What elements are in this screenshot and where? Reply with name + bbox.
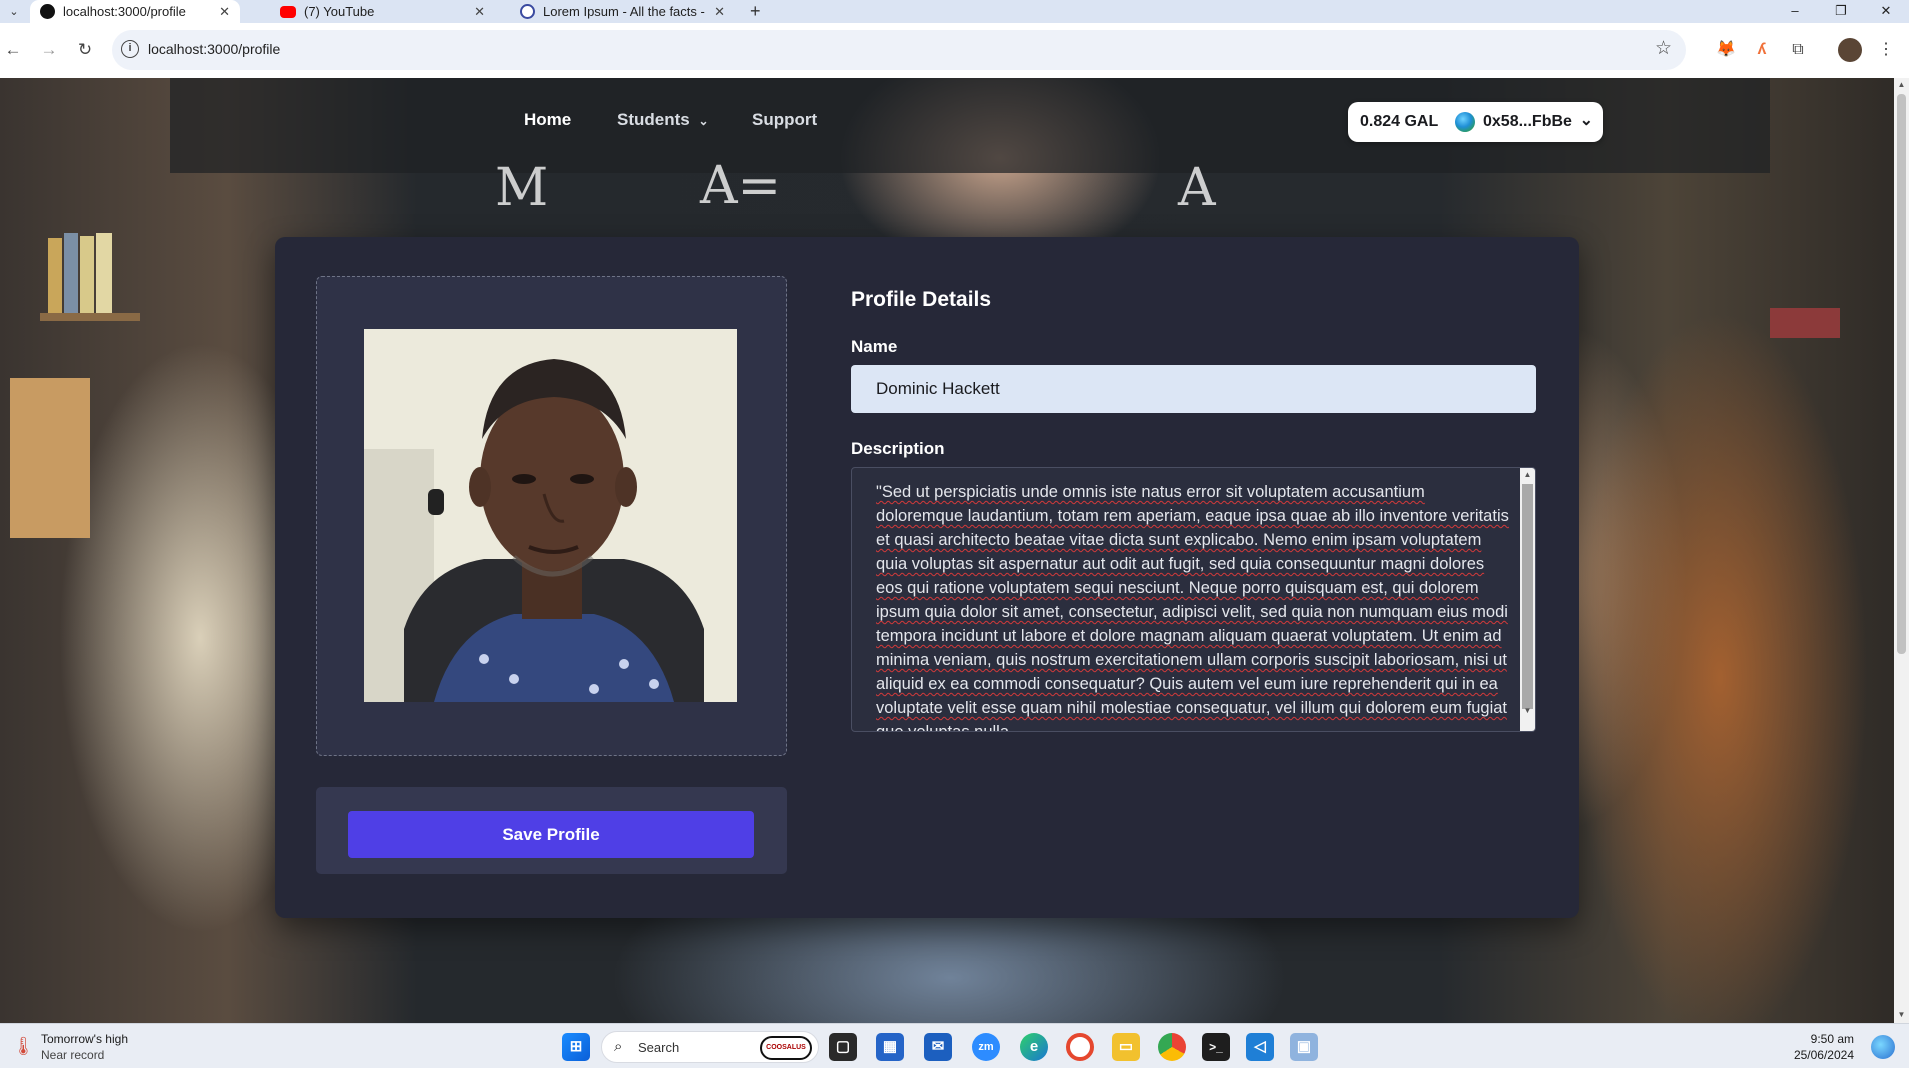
nav-students-link[interactable]: Students ⌄ [617, 110, 709, 130]
lipsum-icon [520, 4, 535, 19]
tab-localhost-profile[interactable]: localhost:3000/profile ✕ [30, 0, 240, 23]
mail-icon[interactable]: ✉ [924, 1033, 952, 1061]
file-explorer-icon[interactable]: ▭ [1112, 1033, 1140, 1061]
close-tab-icon[interactable]: ✕ [714, 4, 725, 20]
top-navigation: Home Students ⌄ Support 0.824 GAL 0x58..… [0, 78, 1894, 168]
edge-icon[interactable]: e [1020, 1033, 1048, 1061]
search-icon: ⌕ [614, 1038, 623, 1055]
site-info-icon[interactable]: i [121, 40, 139, 58]
description-textarea[interactable]: "Sed ut perspiciatis unde omnis iste nat… [851, 467, 1536, 732]
tab-lorem-ipsum[interactable]: Lorem Ipsum - All the facts - Lip ✕ [510, 0, 735, 23]
browser-toolbar: ← → ↻ i localhost:3000/profile ☆ 🦊 ʎ ⧉ ⋮ [0, 23, 1909, 78]
search-highlight-badge: COOSALUS [760, 1036, 812, 1060]
profile-avatar-icon[interactable] [1838, 38, 1862, 62]
metamask-extension-icon[interactable]: 🦊 [1714, 38, 1738, 62]
forward-icon[interactable]: → [36, 37, 62, 63]
nav-support-link[interactable]: Support [752, 110, 817, 130]
bookmark-star-icon[interactable]: ☆ [1655, 37, 1672, 60]
tab-search-icon[interactable]: ⌄ [6, 4, 22, 20]
new-tab-button[interactable]: + [750, 0, 761, 23]
copilot-icon[interactable] [1871, 1035, 1895, 1059]
localhost-favicon-icon [40, 4, 55, 19]
network-globe-icon [1455, 112, 1475, 132]
profile-card: Save Profile Profile Details Name Domini… [275, 237, 1579, 918]
back-icon[interactable]: ← [0, 37, 26, 63]
restore-button[interactable]: ❐ [1818, 0, 1864, 23]
url-text[interactable]: localhost:3000/profile [148, 41, 280, 57]
remote-desktop-icon[interactable]: ▣ [1290, 1033, 1318, 1061]
browser-menu-icon[interactable]: ⋮ [1874, 38, 1898, 62]
address-bar[interactable]: i localhost:3000/profile ☆ [112, 30, 1686, 70]
profile-photo-image [364, 329, 737, 702]
taskbar-date[interactable]: 25/06/2024 [1794, 1048, 1854, 1062]
scroll-up-icon[interactable]: ▲ [1894, 80, 1909, 89]
book [48, 238, 62, 313]
vscode-icon[interactable]: ◁ [1246, 1033, 1274, 1061]
minimize-button[interactable]: – [1772, 0, 1818, 23]
description-label: Description [851, 439, 945, 458]
page-scrollbar[interactable]: ▲ ▼ [1894, 78, 1909, 1023]
terminal-icon[interactable]: >_ [1202, 1033, 1230, 1061]
chrome-alt-icon[interactable] [1066, 1033, 1094, 1061]
save-panel: Save Profile [316, 787, 787, 874]
scroll-down-icon[interactable]: ▼ [1894, 1010, 1909, 1019]
nav-home-link[interactable]: Home [524, 110, 571, 130]
binder [10, 378, 90, 538]
book [64, 233, 78, 313]
name-input[interactable]: Dominic Hackett [851, 365, 1536, 413]
close-tab-icon[interactable]: ✕ [474, 4, 485, 20]
wallet-button[interactable]: 0.824 GAL 0x58...FbBe ⌄ [1348, 102, 1603, 142]
close-window-button[interactable]: ✕ [1863, 0, 1909, 23]
book [80, 236, 94, 313]
extension-icon[interactable]: ʎ [1750, 38, 1774, 62]
thermometer-icon[interactable]: 🌡 [12, 1036, 35, 1058]
weather-title[interactable]: Tomorrow's high [41, 1032, 128, 1046]
description-scrollbar[interactable]: ▲ ▼ [1520, 468, 1535, 731]
taskbar-search[interactable]: ⌕ Search COOSALUS [601, 1031, 819, 1063]
book [1770, 308, 1840, 338]
chevron-down-icon: ⌄ [698, 114, 709, 128]
book [96, 233, 112, 313]
windows-start-icon[interactable]: ⊞ [562, 1033, 590, 1061]
description-scroll-thumb[interactable] [1522, 484, 1533, 709]
extensions-puzzle-icon[interactable]: ⧉ [1786, 38, 1810, 62]
browser-tab-bar: ⌄ localhost:3000/profile ✕ (7) YouTube ✕… [0, 0, 1909, 23]
name-label: Name [851, 337, 898, 356]
windows-taskbar: 🌡 Tomorrow's high Near record ⊞ ⌕ Search… [0, 1023, 1909, 1068]
close-tab-icon[interactable]: ✕ [219, 4, 230, 20]
page-scroll-thumb[interactable] [1897, 94, 1906, 654]
microsoft-store-icon[interactable]: ▦ [876, 1033, 904, 1061]
nav-students-label: Students [617, 110, 690, 129]
scroll-down-icon[interactable]: ▼ [1520, 706, 1535, 715]
chevron-down-icon: ⌄ [1579, 112, 1593, 129]
scroll-up-icon[interactable]: ▲ [1520, 470, 1535, 479]
tab-youtube[interactable]: (7) YouTube ✕ [270, 0, 495, 23]
youtube-icon [280, 5, 296, 18]
weather-subtitle[interactable]: Near record [41, 1048, 104, 1062]
search-placeholder: Search [638, 1040, 680, 1055]
profile-details-heading: Profile Details [851, 288, 992, 311]
save-profile-button[interactable]: Save Profile [348, 811, 754, 858]
page-background: M A= A Home Students ⌄ Support 0.824 GAL… [0, 78, 1894, 1023]
taskbar-time[interactable]: 9:50 am [1811, 1032, 1854, 1046]
task-view-icon[interactable]: ▢ [829, 1033, 857, 1061]
wallet-balance: 0.824 GAL [1360, 113, 1439, 130]
reload-icon[interactable]: ↻ [72, 37, 98, 63]
description-text[interactable]: "Sed ut perspiciatis unde omnis iste nat… [876, 480, 1511, 731]
chrome-icon[interactable] [1158, 1033, 1186, 1061]
photo-upload-area[interactable] [316, 276, 787, 756]
wallet-address: 0x58...FbBe [1483, 113, 1572, 130]
zoom-icon[interactable]: zm [972, 1033, 1000, 1061]
bookshelf [40, 313, 140, 321]
profile-photo [364, 329, 737, 702]
